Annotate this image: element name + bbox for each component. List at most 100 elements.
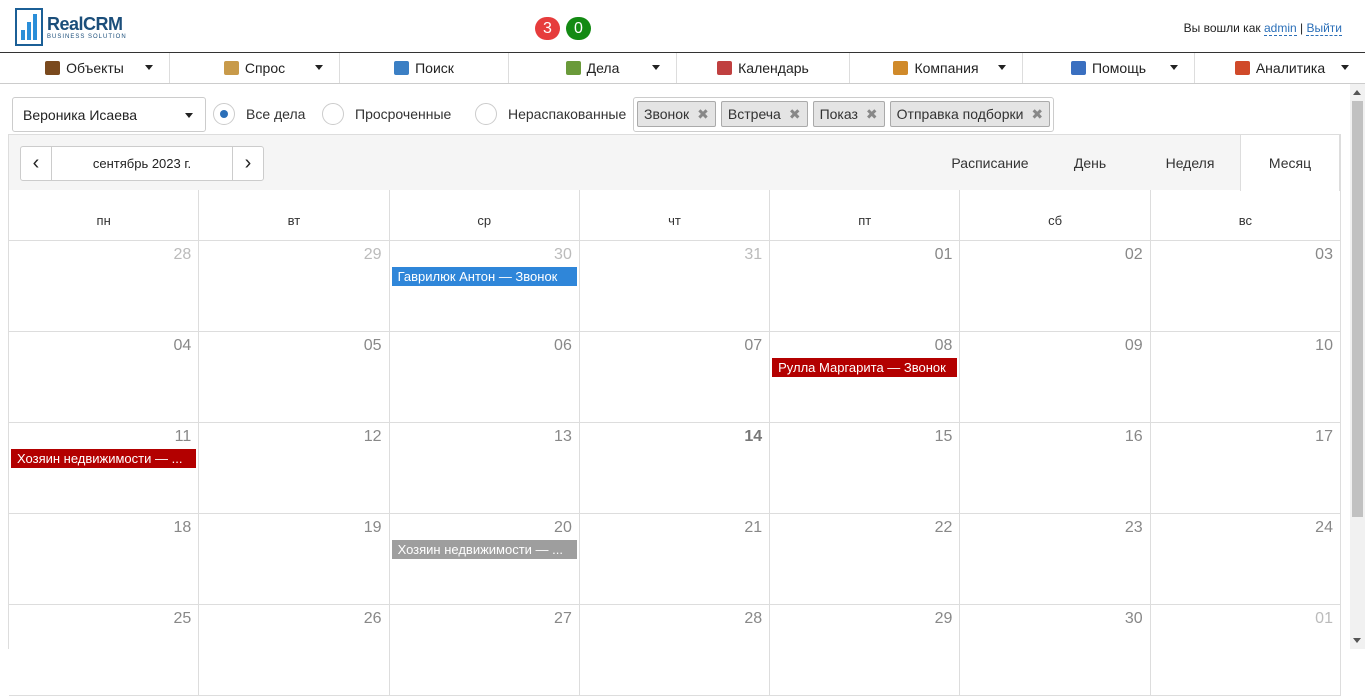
- radio-icon[interactable]: [213, 103, 235, 125]
- radio-icon[interactable]: [322, 103, 344, 125]
- calendar-event[interactable]: Хозяин недвижимости — ...: [391, 540, 577, 559]
- day-number[interactable]: 17: [1315, 428, 1333, 446]
- day-number[interactable]: 26: [364, 610, 382, 628]
- radio-all-tasks[interactable]: Все дела: [213, 103, 305, 125]
- day-number[interactable]: 25: [173, 610, 191, 628]
- logout-link[interactable]: Выйти: [1306, 21, 1342, 36]
- view-week-button[interactable]: Неделя: [1140, 135, 1240, 191]
- day-number[interactable]: 12: [364, 428, 382, 446]
- calendar-event[interactable]: Гаврилюк Антон — Звонок: [391, 267, 577, 286]
- day-number[interactable]: 01: [1315, 610, 1333, 628]
- remove-tag-icon[interactable]: ✖: [789, 106, 801, 123]
- calendar-day-cell[interactable]: 30 Гаврилюк Антон — Звонок: [390, 241, 580, 331]
- calendar-day-cell[interactable]: 29: [199, 241, 390, 331]
- day-number[interactable]: 05: [364, 337, 382, 355]
- scroll-up-icon[interactable]: [1353, 90, 1361, 95]
- calendar-day-cell[interactable]: 19: [199, 514, 390, 604]
- calendar-day-cell[interactable]: 03: [1151, 241, 1341, 331]
- next-month-button[interactable]: ›: [232, 147, 263, 180]
- calendar-day-cell[interactable]: 23: [960, 514, 1151, 604]
- day-number[interactable]: 18: [173, 519, 191, 537]
- calendar-day-cell[interactable]: 09: [960, 332, 1151, 422]
- nav-item-2[interactable]: Поиск: [340, 53, 509, 83]
- caret-down-icon[interactable]: [652, 65, 660, 70]
- calendar-day-cell[interactable]: 22: [770, 514, 961, 604]
- done-count-badge[interactable]: 0: [566, 17, 591, 40]
- calendar-day-cell[interactable]: 15: [770, 423, 961, 513]
- calendar-day-cell[interactable]: 01: [770, 241, 961, 331]
- calendar-event[interactable]: Хозяин недвижимости — ...: [11, 449, 197, 468]
- calendar-day-cell[interactable]: 04: [9, 332, 200, 422]
- nav-item-0[interactable]: Объекты: [0, 53, 170, 83]
- caret-down-icon[interactable]: [1170, 65, 1178, 70]
- day-number[interactable]: 24: [1315, 519, 1333, 537]
- calendar-day-cell[interactable]: 28: [9, 241, 200, 331]
- calendar-day-cell[interactable]: 12: [199, 423, 390, 513]
- calendar-day-cell[interactable]: 16: [960, 423, 1151, 513]
- day-number[interactable]: 13: [554, 428, 572, 446]
- view-month-button[interactable]: Месяц: [1240, 135, 1340, 191]
- day-number[interactable]: 11: [175, 428, 192, 446]
- calendar-day-cell[interactable]: 25: [9, 605, 200, 695]
- calendar-day-cell[interactable]: 26: [199, 605, 390, 695]
- task-type-tags[interactable]: Звонок ✖ Встреча ✖ Показ ✖ Отправка подборки ✖: [633, 97, 1055, 132]
- day-number[interactable]: 28: [744, 610, 762, 628]
- calendar-day-cell[interactable]: 21: [580, 514, 771, 604]
- page-scrollbar[interactable]: [1350, 84, 1365, 649]
- caret-down-icon[interactable]: [1341, 65, 1349, 70]
- day-number[interactable]: 29: [935, 610, 953, 628]
- day-number[interactable]: 27: [554, 610, 572, 628]
- view-day-button[interactable]: День: [1040, 135, 1140, 191]
- calendar-day-cell[interactable]: 28: [580, 605, 771, 695]
- calendar-event[interactable]: Рулла Маргарита — Звонок: [772, 358, 958, 377]
- day-number[interactable]: 19: [364, 519, 382, 537]
- day-number[interactable]: 08: [935, 337, 953, 355]
- nav-item-7[interactable]: Аналитика: [1195, 53, 1365, 83]
- calendar-day-cell[interactable]: 07: [580, 332, 771, 422]
- day-number[interactable]: 31: [744, 246, 762, 264]
- remove-tag-icon[interactable]: ✖: [697, 106, 709, 123]
- day-number[interactable]: 15: [935, 428, 953, 446]
- radio-unpacked[interactable]: Нераспакованные: [475, 103, 626, 125]
- radio-icon[interactable]: [475, 103, 497, 125]
- calendar-day-cell[interactable]: 01: [1151, 605, 1341, 695]
- calendar-day-cell[interactable]: 24: [1151, 514, 1341, 604]
- overdue-count-badge[interactable]: 3: [535, 17, 560, 40]
- day-number[interactable]: 30: [554, 246, 572, 264]
- day-number[interactable]: 06: [554, 337, 572, 355]
- nav-item-4[interactable]: Календарь: [677, 53, 850, 83]
- day-number[interactable]: 01: [935, 246, 953, 264]
- day-number[interactable]: 22: [935, 519, 953, 537]
- calendar-day-cell[interactable]: 29: [770, 605, 961, 695]
- user-select[interactable]: Вероника Исаева: [12, 97, 206, 132]
- prev-month-button[interactable]: ‹: [21, 147, 52, 180]
- calendar-day-cell[interactable]: 20 Хозяин недвижимости — ...: [390, 514, 580, 604]
- user-name-link[interactable]: admin: [1263, 21, 1297, 36]
- day-number[interactable]: 14: [744, 428, 762, 446]
- calendar-day-cell[interactable]: 02: [960, 241, 1151, 331]
- calendar-day-cell[interactable]: 14: [580, 423, 771, 513]
- calendar-day-cell[interactable]: 05: [199, 332, 390, 422]
- day-number[interactable]: 20: [554, 519, 572, 537]
- day-number[interactable]: 10: [1315, 337, 1333, 355]
- nav-item-3[interactable]: Дела: [509, 53, 677, 83]
- calendar-day-cell[interactable]: 06: [390, 332, 580, 422]
- nav-item-1[interactable]: Спрос: [170, 53, 340, 83]
- calendar-day-cell[interactable]: 27: [390, 605, 580, 695]
- nav-item-5[interactable]: Компания: [850, 53, 1023, 83]
- remove-tag-icon[interactable]: ✖: [866, 106, 878, 123]
- scroll-down-icon[interactable]: [1353, 638, 1361, 643]
- calendar-day-cell[interactable]: 13: [390, 423, 580, 513]
- radio-overdue[interactable]: Просроченные: [322, 103, 451, 125]
- day-number[interactable]: 04: [173, 337, 191, 355]
- calendar-day-cell[interactable]: 10: [1151, 332, 1341, 422]
- caret-down-icon[interactable]: [315, 65, 323, 70]
- calendar-day-cell[interactable]: 30: [960, 605, 1151, 695]
- day-number[interactable]: 09: [1125, 337, 1143, 355]
- day-number[interactable]: 07: [744, 337, 762, 355]
- calendar-day-cell[interactable]: 11 Хозяин недвижимости — ...: [9, 423, 200, 513]
- realcrm-logo[interactable]: RealCRM BUSINESS SOLUTION: [15, 7, 127, 47]
- day-number[interactable]: 02: [1125, 246, 1143, 264]
- calendar-day-cell[interactable]: 31: [580, 241, 771, 331]
- day-number[interactable]: 30: [1125, 610, 1143, 628]
